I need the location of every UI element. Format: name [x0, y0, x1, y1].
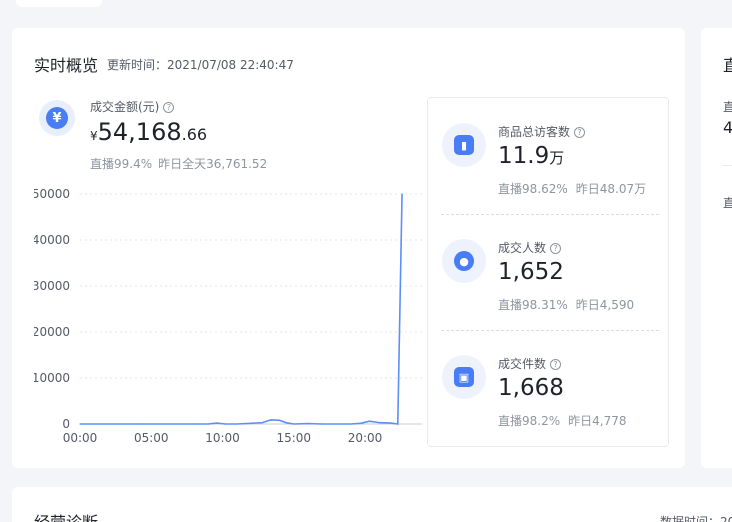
shopping-bag-icon: ▮: [442, 123, 486, 167]
data-point: [390, 422, 392, 424]
data-point: [207, 423, 209, 425]
y-tick-label: 50000: [34, 187, 70, 201]
metric-yesterday: 昨日4,590: [575, 298, 635, 312]
data-point: [335, 423, 338, 425]
data-point: [350, 423, 352, 425]
y-tick-label: 10000: [34, 371, 70, 385]
side-panel-label-2: 直: [723, 196, 732, 210]
data-point: [397, 423, 399, 425]
metric-buyers: ● 成交人数? 1,652 直播98.31% 昨日4,590: [428, 215, 668, 331]
top-tab[interactable]: [16, 0, 102, 7]
amount-label-text: 成交金额(元): [90, 100, 160, 114]
metric-label: 商品总访客数?: [498, 123, 586, 140]
amount-sub: 直播99.4% 昨日全天36,761.52: [90, 155, 267, 172]
data-point: [293, 423, 295, 425]
metric-visitors: ▮ 商品总访客数? 11.9万 直播98.62% 昨日48.07万: [428, 98, 668, 214]
metric-sub: 直播98.31% 昨日4,590: [498, 296, 634, 313]
currency-symbol: ¥: [90, 129, 98, 143]
metric-label-text: 成交件数: [498, 357, 547, 371]
data-point: [164, 423, 167, 425]
top-strip: [0, 0, 732, 12]
diagnosis-title: 经营诊断: [34, 509, 98, 522]
update-time: 更新时间：2021/07/08 22:40:47: [107, 58, 294, 72]
data-point: [307, 422, 309, 425]
amount-integer: 54,168: [97, 118, 182, 146]
yuan-icon: ¥: [39, 100, 75, 136]
y-tick-label: 40000: [34, 233, 70, 247]
x-tick-label: 20:00: [348, 431, 383, 445]
help-icon[interactable]: ?: [574, 127, 586, 138]
realtime-overview-card: 实时概览 更新时间：2021/07/08 22:40:47 ¥ 成交金额(元)?…: [12, 28, 685, 468]
metric-number: 1,652: [498, 259, 564, 285]
metric-unit: 万: [549, 149, 565, 167]
metric-live-share: 直播98.2%: [498, 414, 561, 428]
series-line: [80, 193, 403, 425]
x-tick-label: 00:00: [63, 431, 98, 445]
side-panel-value: 4: [723, 118, 732, 137]
metric-yesterday: 昨日48.07万: [575, 182, 647, 196]
y-tick-label: 0: [62, 417, 70, 431]
help-icon[interactable]: ?: [163, 102, 175, 113]
metric-yesterday: 昨日4,778: [568, 414, 627, 428]
basket-icon: ▣: [442, 355, 486, 399]
help-icon[interactable]: ?: [550, 359, 562, 370]
data-point: [360, 422, 362, 424]
side-panel-title: 直: [723, 56, 732, 75]
metric-sub: 直播98.2% 昨日4,778: [498, 412, 626, 429]
amount-live-share: 直播99.4%: [90, 157, 153, 171]
data-point: [286, 422, 288, 424]
help-icon[interactable]: ?: [550, 243, 562, 254]
data-point: [136, 423, 138, 425]
data-point: [250, 422, 252, 424]
amount-yesterday: 昨日全天36,761.52: [158, 157, 268, 171]
data-point: [224, 423, 226, 425]
data-point: [378, 422, 380, 424]
sales-line-chart[interactable]: 0 10000 20000 30000 40000 50000 00:00 05:00 10:0…: [34, 178, 424, 448]
side-panel-card: 直 直 4 直: [701, 28, 732, 468]
y-tick-label: 30000: [34, 279, 70, 293]
x-tick-label: 15:00: [276, 431, 311, 445]
user-coin-icon: ●: [442, 239, 486, 283]
data-point: [270, 419, 272, 421]
metric-value: 11.9万: [498, 143, 564, 169]
metric-value: 1,652: [498, 259, 564, 285]
data-point: [236, 423, 238, 425]
metric-number: 1,668: [498, 375, 564, 401]
x-tick-label: 05:00: [134, 431, 169, 445]
data-point: [368, 420, 370, 422]
metrics-panel: ▮ 商品总访客数? 11.9万 直播98.62% 昨日48.07万 ● 成交人数?…: [427, 97, 669, 447]
diagnosis-card: 经营诊断 数据时间：20: [12, 487, 732, 522]
side-panel-label: 直: [723, 100, 732, 114]
data-point: [261, 422, 263, 424]
data-point: [107, 423, 110, 425]
data-point: [321, 423, 323, 425]
amount-decimal: .66: [181, 125, 208, 144]
metric-live-share: 直播98.31%: [498, 298, 568, 312]
amount-label: 成交金额(元)?: [90, 98, 175, 115]
data-point: [193, 423, 195, 425]
metric-label-text: 商品总访客数: [498, 125, 571, 139]
metric-number: 11.9: [498, 143, 550, 169]
metric-label: 成交人数?: [498, 239, 562, 256]
divider: [723, 165, 732, 166]
amount-value: ¥54,168.66: [90, 118, 207, 146]
metric-label: 成交件数?: [498, 355, 562, 372]
data-point: [79, 423, 81, 425]
data-point: [401, 193, 403, 195]
metric-label-text: 成交人数: [498, 241, 547, 255]
y-tick-label: 20000: [34, 325, 70, 339]
page-title: 实时概览: [34, 56, 99, 75]
diagnosis-time: 数据时间：20: [660, 515, 732, 522]
metric-value: 1,668: [498, 375, 564, 401]
metric-sub: 直播98.62% 昨日48.07万: [498, 180, 646, 197]
metric-live-share: 直播98.62%: [498, 182, 568, 196]
data-point: [216, 422, 218, 424]
metric-items: ▣ 成交件数? 1,668 直播98.2% 昨日4,778: [428, 331, 668, 447]
data-point: [278, 419, 281, 421]
x-tick-label: 10:00: [205, 431, 240, 445]
